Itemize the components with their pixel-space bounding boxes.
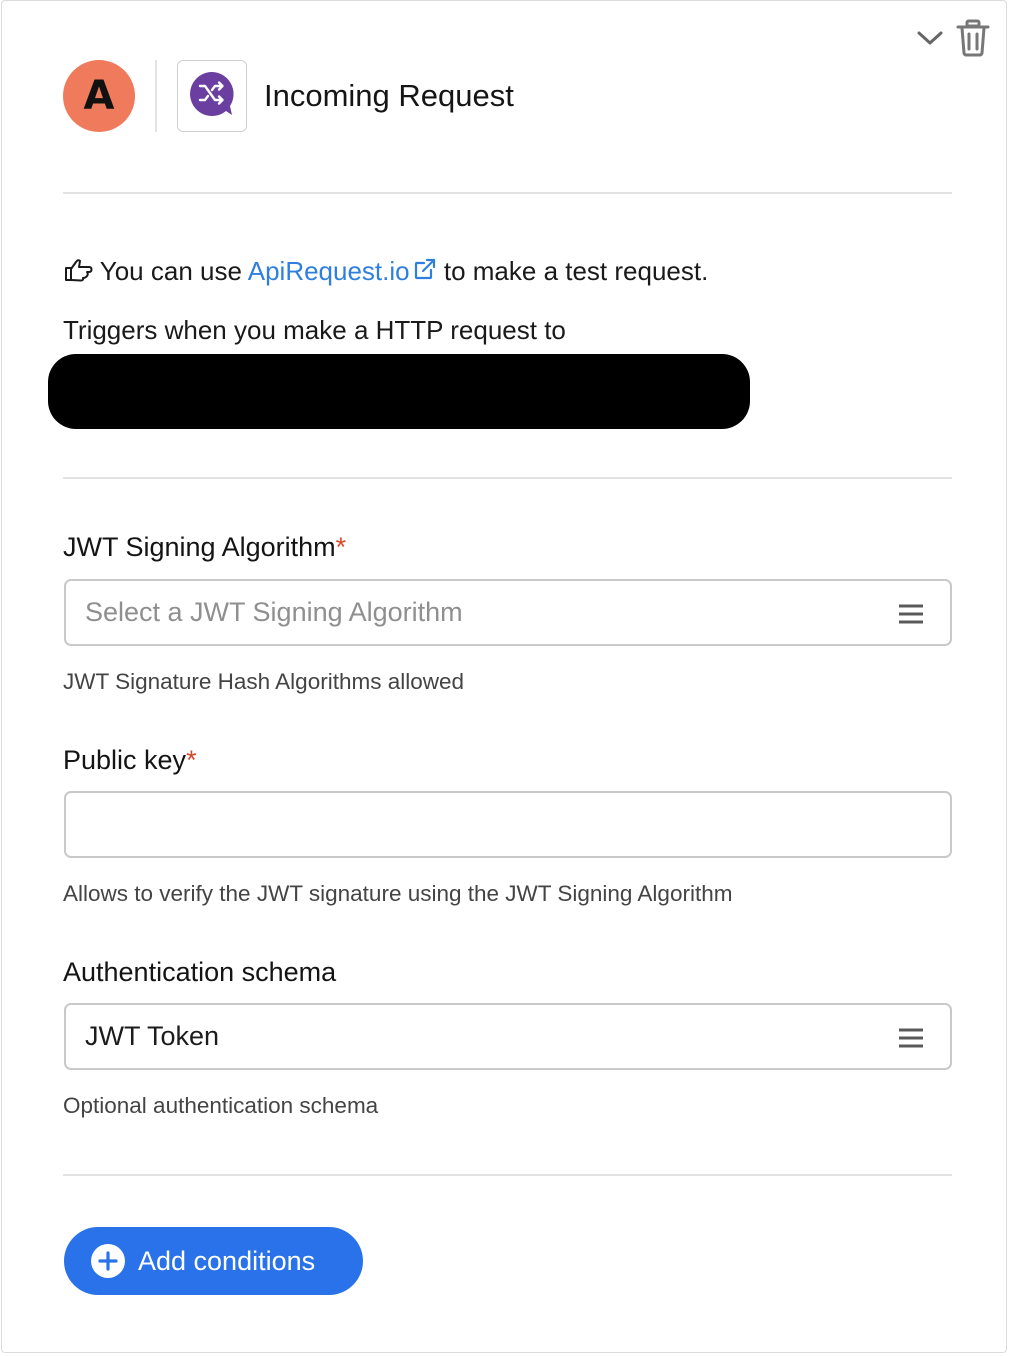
hint-prefix: You can use <box>99 256 242 286</box>
panel-actions <box>916 19 990 57</box>
hint-suffix: to make a test request. <box>443 256 709 286</box>
auth-schema-help: Optional authentication schema <box>63 1093 379 1118</box>
step-header: A Incoming Request <box>63 59 514 133</box>
auth-schema-value: JWT Token <box>85 1021 220 1051</box>
apirequest-link[interactable]: ApiRequest.io <box>248 256 410 286</box>
jwt-algorithm-label: JWT Signing Algorithm* <box>63 532 346 563</box>
header-divider <box>155 60 157 132</box>
add-conditions-button[interactable]: Add conditions <box>64 1227 363 1295</box>
divider <box>63 477 952 479</box>
divider <box>63 192 952 194</box>
shuffle-chat-icon <box>188 70 236 122</box>
auth-schema-label: Authentication schema <box>63 957 336 988</box>
public-key-label-text: Public key <box>63 745 187 775</box>
divider <box>63 1174 952 1176</box>
auth-schema-label-text: Authentication schema <box>63 957 337 987</box>
required-mark: * <box>335 532 347 562</box>
public-key-label: Public key* <box>63 745 197 776</box>
jwt-algorithm-label-text: JWT Signing Algorithm <box>63 532 336 562</box>
trash-icon[interactable] <box>956 19 990 57</box>
public-key-input[interactable] <box>64 791 952 858</box>
chevron-down-icon[interactable] <box>916 28 944 48</box>
pointing-hand-icon <box>63 257 93 290</box>
public-key-help: Allows to verify the JWT signature using… <box>63 881 733 906</box>
trigger-description: Triggers when you make a HTTP request to <box>63 315 566 345</box>
required-mark: * <box>186 745 197 775</box>
avatar: A <box>63 60 135 132</box>
test-request-hint: You can use ApiRequest.io to make a test… <box>63 256 708 290</box>
app-icon-box <box>177 60 247 132</box>
plus-circle-icon <box>90 1243 126 1279</box>
page-title: Incoming Request <box>264 78 514 113</box>
jwt-algorithm-select[interactable]: Select a JWT Signing Algorithm <box>64 579 952 646</box>
list-icon[interactable] <box>898 603 924 629</box>
list-icon[interactable] <box>898 1027 924 1053</box>
add-conditions-label: Add conditions <box>138 1245 316 1276</box>
auth-schema-select[interactable]: JWT Token <box>64 1003 952 1070</box>
jwt-algorithm-placeholder: Select a JWT Signing Algorithm <box>85 597 463 627</box>
step-panel: A Incoming Request You can use ApiReques… <box>1 0 1007 1353</box>
jwt-algorithm-help: JWT Signature Hash Algorithms allowed <box>63 669 465 694</box>
external-link-icon[interactable] <box>413 257 437 288</box>
avatar-letter: A <box>83 73 115 119</box>
redacted-url <box>48 354 750 429</box>
